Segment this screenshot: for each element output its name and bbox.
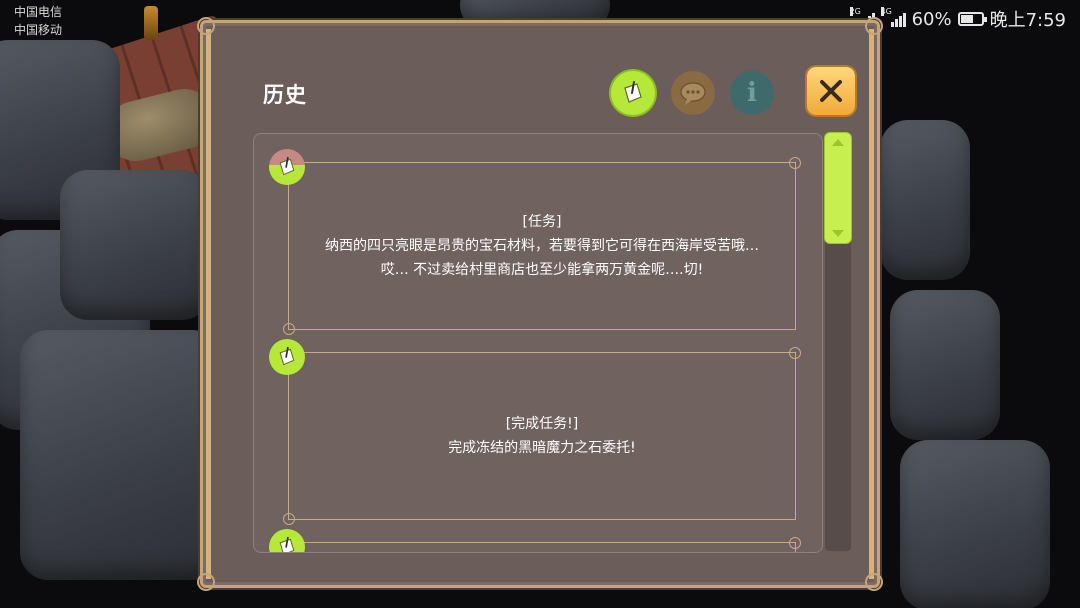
carrier-2-label: 中国移动	[14, 23, 63, 37]
history-dialog: 历史 i [任务] 纳西的四只亮眼是昂贵的宝石材料，若要得到它可得在西海岸受苦哦…	[197, 17, 883, 591]
chat-bubble-icon	[680, 82, 706, 105]
entry-line: 完成冻结的黑暗魔力之石委托!	[448, 440, 636, 456]
frame-ornament	[865, 17, 883, 35]
entry-line: 哎… 不过卖给村里商店也至少能拿两万黄金呢….切!	[380, 262, 704, 278]
info-icon: i	[747, 78, 757, 108]
close-button[interactable]	[807, 67, 855, 115]
network-type-label: 4G	[880, 7, 892, 16]
battery-percent: 60%	[911, 8, 952, 30]
lantern	[144, 6, 158, 40]
rock	[900, 440, 1050, 608]
battery-icon	[957, 12, 987, 26]
quest-scroll-icon	[279, 536, 295, 552]
entry-badge	[269, 149, 305, 185]
entry-text: [任务] 纳西的四只亮眼是昂贵的宝石材料，若要得到它可得在西海岸受苦哦… 哎… …	[289, 210, 795, 282]
tab-chat[interactable]	[671, 71, 715, 115]
close-icon	[820, 80, 842, 102]
frame-edge	[869, 29, 874, 579]
rock	[20, 330, 220, 580]
rock	[890, 290, 1000, 440]
chevron-up-icon	[832, 139, 844, 146]
scrollbar-thumb[interactable]	[825, 133, 851, 243]
history-list[interactable]: [任务] 纳西的四只亮眼是昂贵的宝石材料，若要得到它可得在西海岸受苦哦… 哎… …	[253, 133, 823, 553]
entry-badge	[269, 529, 305, 552]
frame-ornament	[197, 17, 215, 35]
signal-strength-icon: 4G	[880, 7, 906, 27]
quest-scroll-icon	[279, 346, 295, 366]
quest-scroll-icon	[279, 156, 295, 176]
entry-text: [完成任务!] 完成冻结的黑暗魔力之石委托!	[289, 412, 795, 460]
battery-fill	[960, 15, 973, 23]
rock	[60, 170, 210, 320]
scrollbar[interactable]	[825, 133, 851, 551]
clock: 晚上7:59	[989, 10, 1066, 31]
quest-scroll-icon	[624, 81, 642, 103]
tab-info[interactable]: i	[730, 71, 774, 115]
frame-ornament	[865, 573, 883, 591]
frame-ornament	[197, 573, 215, 591]
history-entry: [任务] 纳西的四只亮眼是昂贵的宝石材料，若要得到它可得在西海岸受苦哦… 哎… …	[269, 149, 801, 335]
network-type-label: 2G	[849, 7, 861, 16]
entry-badge	[269, 339, 305, 375]
history-entry	[269, 529, 801, 552]
entry-heading: [完成任务!]	[505, 416, 579, 432]
tab-quest[interactable]	[611, 71, 655, 115]
entry-heading: [任务]	[522, 214, 562, 230]
rock	[880, 120, 970, 280]
dialog-title: 历史	[263, 83, 307, 107]
entry-line: 纳西的四只亮眼是昂贵的宝石材料，若要得到它可得在西海岸受苦哦…	[325, 238, 759, 254]
chevron-down-icon	[832, 230, 844, 237]
frame-edge	[206, 29, 211, 579]
carrier-1-label: 中国电信	[14, 5, 63, 19]
history-entry: [完成任务!] 完成冻结的黑暗魔力之石委托!	[269, 339, 801, 525]
